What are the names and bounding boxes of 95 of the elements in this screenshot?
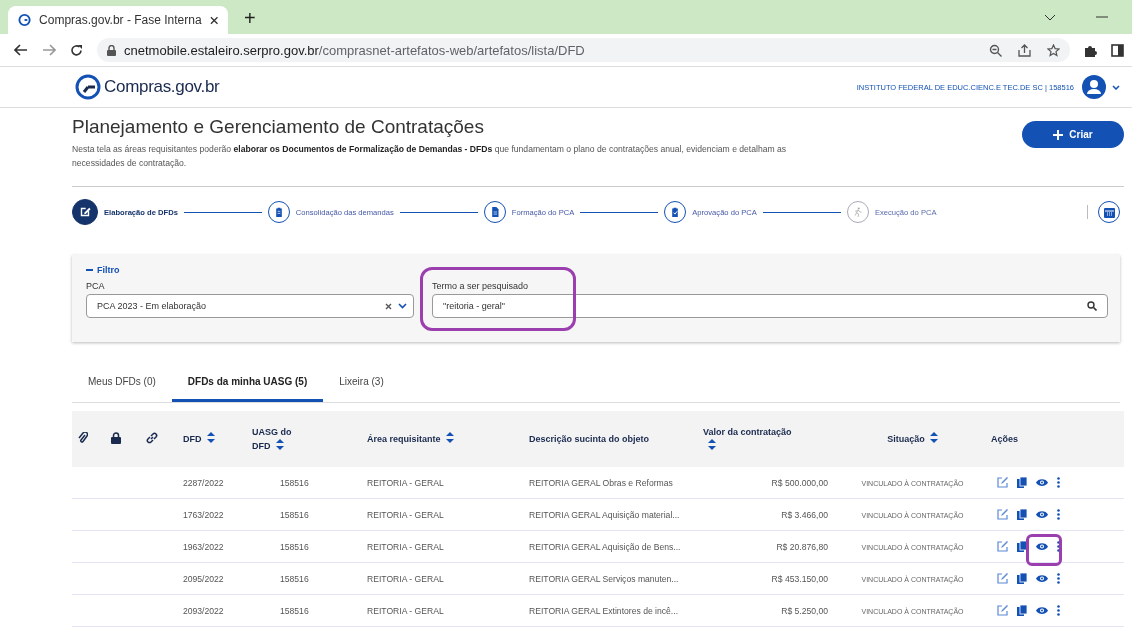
table-cell: REITORIA GERAL Serviços manuten... xyxy=(529,573,679,584)
eye-icon[interactable] xyxy=(1036,606,1048,615)
table-cell: R$ 5.250,00 xyxy=(781,605,828,616)
eye-icon[interactable] xyxy=(1036,542,1048,551)
logo-icon xyxy=(74,73,102,101)
table-cell: 2287/2022 xyxy=(183,477,224,488)
table-cell: 1963/2022 xyxy=(183,541,224,552)
chevron-down-icon[interactable] xyxy=(398,303,407,309)
step-icon[interactable] xyxy=(72,199,98,225)
side-panel-icon[interactable] xyxy=(1111,43,1124,57)
browser-tab[interactable]: Compras.gov.br - Fase Interna xyxy=(8,6,228,34)
eye-icon[interactable] xyxy=(1036,478,1048,487)
more-icon[interactable] xyxy=(1057,509,1060,520)
column-header[interactable]: Área requisitante xyxy=(367,432,454,446)
table-cell: REITORIA GERAL Obras e Reformas xyxy=(529,477,673,488)
more-icon[interactable] xyxy=(1057,605,1060,616)
table-cell: REITORIA - GERAL xyxy=(367,477,444,488)
chevron-down-icon[interactable] xyxy=(1112,84,1120,90)
column-header[interactable]: Situação xyxy=(887,432,938,446)
share-icon[interactable] xyxy=(1018,43,1031,57)
edit-icon[interactable] xyxy=(997,509,1008,520)
star-icon[interactable] xyxy=(1047,43,1060,57)
user-avatar-icon[interactable] xyxy=(1082,75,1106,99)
minus-icon xyxy=(86,269,93,271)
tab[interactable]: DFDs da minha UASG (5) xyxy=(171,368,324,402)
forward-icon[interactable] xyxy=(42,44,56,56)
more-icon[interactable] xyxy=(1057,477,1060,488)
plus-icon xyxy=(1053,129,1064,140)
pca-select[interactable]: PCA 2023 - Em elaboração xyxy=(86,294,414,318)
table-cell: 158516 xyxy=(280,573,309,584)
tab[interactable]: Meus DFDs (0) xyxy=(72,368,172,402)
column-header: Ações xyxy=(991,432,1018,446)
table-cell: R$ 453.150,00 xyxy=(771,573,828,584)
tab-title: Compras.gov.br - Fase Interna xyxy=(39,13,202,27)
address-bar[interactable]: cnetmobile.estaleiro.serpro.gov.br/comprasnet-artefatos-web/artefatos/lista/DFD xyxy=(97,38,1070,62)
column-header: Descrição sucinta do objeto xyxy=(529,432,650,446)
create-button[interactable]: Criar xyxy=(1022,121,1124,148)
table-cell: REITORIA - GERAL xyxy=(367,509,444,520)
sort-icon[interactable] xyxy=(445,432,454,443)
field-label: Termo a ser pesquisado xyxy=(432,281,530,291)
edit-icon[interactable] xyxy=(997,605,1008,616)
chevron-down-icon[interactable] xyxy=(1044,13,1056,21)
edit-icon[interactable] xyxy=(997,477,1008,488)
eye-icon[interactable] xyxy=(1036,510,1048,519)
search-icon[interactable] xyxy=(1087,301,1097,311)
more-icon[interactable] xyxy=(1057,573,1060,584)
page-title: Planejamento e Gerenciamento de Contratações xyxy=(72,116,485,138)
paperclip-icon xyxy=(78,432,88,444)
eye-icon[interactable] xyxy=(1036,574,1048,583)
sort-icon[interactable] xyxy=(708,438,716,450)
clear-icon[interactable] xyxy=(385,302,392,310)
table-cell: R$ 500.000,00 xyxy=(771,477,828,488)
table-cell: REITORIA GERAL Aquisição de Bens... xyxy=(529,541,681,552)
table-cell: REITORIA GERAL Aquisição material... xyxy=(529,509,680,520)
zoom-icon[interactable] xyxy=(989,43,1002,57)
table-cell: 2093/2022 xyxy=(183,605,224,616)
logo-text[interactable]: Compras.gov.br xyxy=(104,77,220,97)
table-cell: 158516 xyxy=(280,477,309,488)
more-icon[interactable] xyxy=(1057,541,1060,552)
tab[interactable]: Lixeira (3) xyxy=(323,368,400,402)
table-cell: 158516 xyxy=(280,509,309,520)
table-cell: REITORIA GERAL Extintores de incê... xyxy=(529,605,679,616)
site-logo-icon xyxy=(18,13,32,27)
edit-icon[interactable] xyxy=(997,573,1008,584)
lock-icon xyxy=(111,432,121,444)
table-cell: 2095/2022 xyxy=(183,573,224,584)
table-cell: REITORIA - GERAL xyxy=(367,541,444,552)
copy-icon[interactable] xyxy=(1017,541,1027,552)
sort-icon[interactable] xyxy=(929,432,938,443)
table-cell: 1763/2022 xyxy=(183,509,224,520)
table-cell: 158516 xyxy=(280,605,309,616)
sort-icon[interactable] xyxy=(275,438,284,450)
table-cell: R$ 20.876,80 xyxy=(776,541,828,552)
copy-icon[interactable] xyxy=(1017,605,1027,616)
reload-icon[interactable] xyxy=(70,43,83,57)
sort-icon[interactable] xyxy=(206,432,215,443)
copy-icon[interactable] xyxy=(1017,509,1027,520)
page-description: Nesta tela as áreas requisitantes poderão elaborar os Documentos de Formalização de Demandas - DFDs que fundamentam o plano de contratações anual, evidenciam e detalham as necessidades de contratação. xyxy=(72,143,788,170)
link-icon xyxy=(146,432,158,444)
copy-icon[interactable] xyxy=(1017,573,1027,584)
filter-toggle[interactable]: Filtro xyxy=(86,265,120,275)
close-icon[interactable] xyxy=(209,15,218,25)
column-header[interactable]: DFD xyxy=(183,432,215,446)
table-cell: REITORIA - GERAL xyxy=(367,605,444,616)
field-label: PCA xyxy=(86,281,106,291)
search-field[interactable]: "reitoria - geral" xyxy=(432,294,1108,318)
new-tab-button[interactable]: + xyxy=(238,7,262,30)
table-cell: REITORIA - GERAL xyxy=(367,573,444,584)
puzzle-icon[interactable] xyxy=(1084,43,1097,57)
lock-icon xyxy=(107,44,116,56)
back-icon[interactable] xyxy=(14,44,28,56)
edit-icon[interactable] xyxy=(997,541,1008,552)
copy-icon[interactable] xyxy=(1017,477,1027,488)
table-cell: R$ 3.466,00 xyxy=(781,509,828,520)
table-cell: 158516 xyxy=(280,541,309,552)
